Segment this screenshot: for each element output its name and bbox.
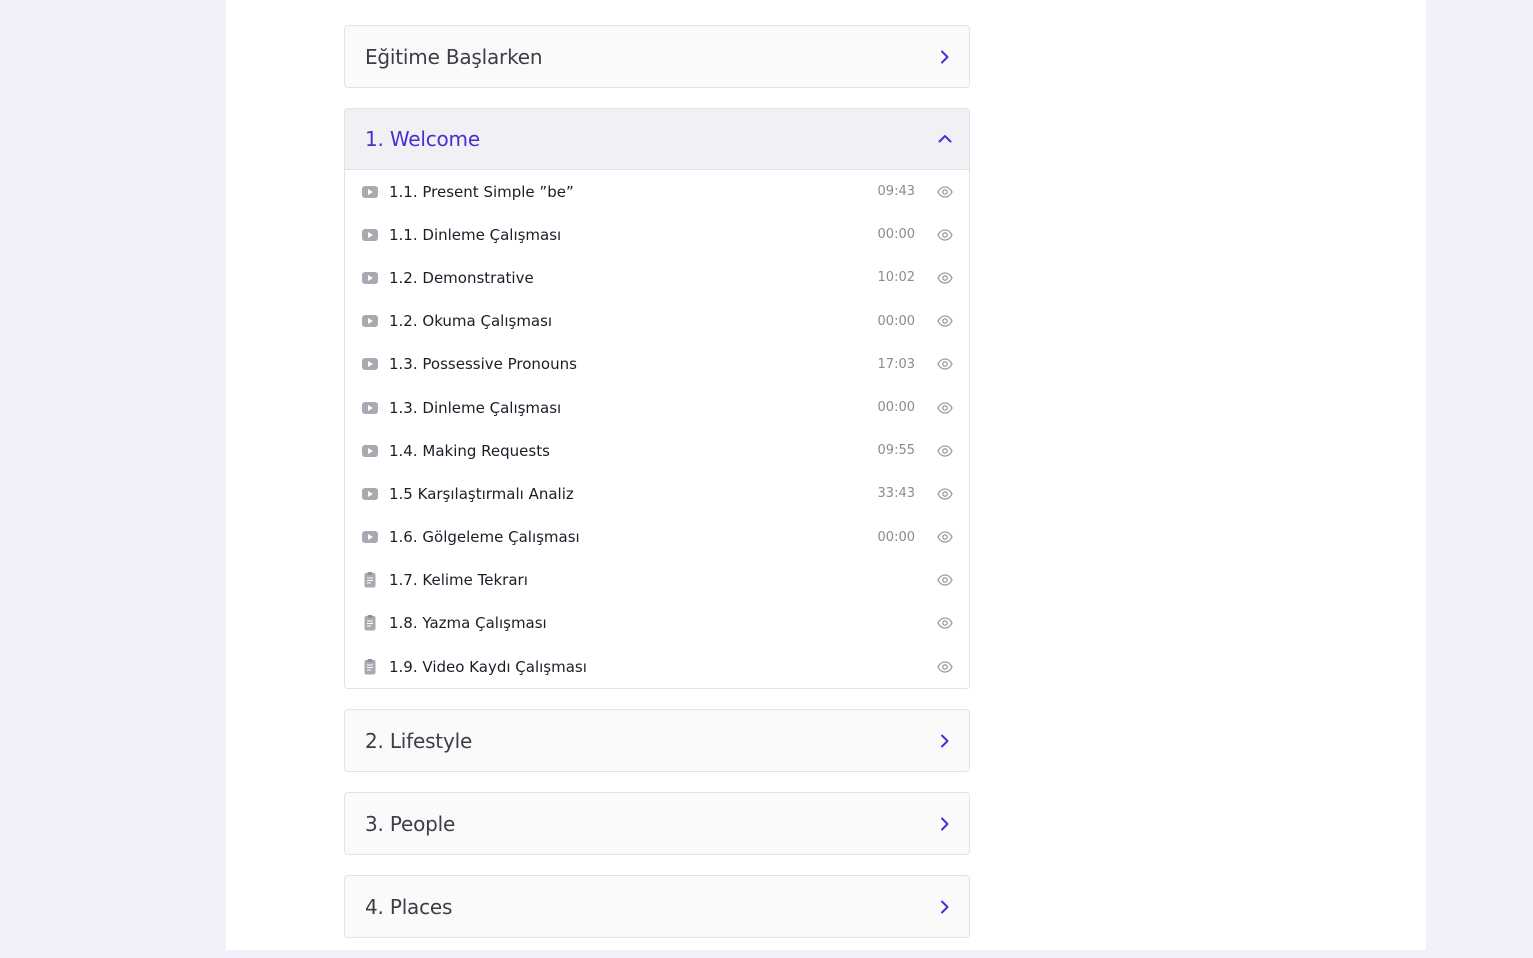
lesson-duration: 00:00 [877,313,915,329]
lesson-item[interactable]: 1.8. Yazma Çalışması [345,602,969,645]
eye-icon[interactable] [935,354,955,374]
lesson-item[interactable]: 1.1. Dinleme Çalışması 00:00 [345,213,969,256]
section-egitime-baslarken: Eğitime Başlarken [344,25,970,88]
section-people: 3. People [344,792,970,856]
lesson-item[interactable]: 1.2. Demonstrative 10:02 [345,256,969,299]
eye-icon[interactable] [935,657,955,677]
eye-icon[interactable] [935,268,955,288]
lesson-list: 1.1. Present Simple ”be” 09:43 1.1. Dinl… [345,170,969,689]
lesson-item[interactable]: 1.1. Present Simple ”be” 09:43 [345,170,969,213]
lesson-title: 1.5 Karşılaştırmalı Analiz [389,484,574,503]
lesson-title: 1.1. Present Simple ”be” [389,182,574,201]
eye-icon[interactable] [935,613,955,633]
lesson-title: 1.3. Dinleme Çalışması [389,398,562,417]
curriculum-accordion: Eğitime Başlarken 1. Welcome 1.1. Presen… [344,25,970,958]
video-icon [361,442,379,460]
section-places: 4. Places [344,875,970,939]
section-title: 2. Lifestyle [365,728,473,753]
lesson-duration: 00:00 [877,529,915,545]
video-icon [361,485,379,503]
lesson-title: 1.4. Making Requests [389,441,550,460]
lesson-title: 1.3. Possessive Pronouns [389,355,577,374]
lesson-duration: 33:43 [877,486,915,502]
chevron-right-icon [935,814,955,834]
chevron-right-icon [935,897,955,917]
video-icon [361,355,379,373]
lesson-title: 1.7. Kelime Tekrarı [389,571,528,590]
chevron-up-icon [935,129,955,149]
lesson-title: 1.2. Demonstrative [389,268,534,287]
section-title: 4. Places [365,894,453,919]
lesson-title: 1.2. Okuma Çalışması [389,312,553,331]
chevron-right-icon [935,731,955,751]
video-icon [361,528,379,546]
video-icon [361,226,379,244]
lesson-item[interactable]: 1.2. Okuma Çalışması 00:00 [345,300,969,343]
section-header-egitime-baslarken[interactable]: Eğitime Başlarken [345,26,969,87]
lesson-item[interactable]: 1.7. Kelime Tekrarı [345,559,969,602]
section-lifestyle: 2. Lifestyle [344,709,970,773]
eye-icon[interactable] [935,484,955,504]
eye-icon[interactable] [935,182,955,202]
eye-icon[interactable] [935,527,955,547]
lesson-duration: 09:55 [877,443,915,459]
video-icon [361,269,379,287]
eye-icon[interactable] [935,570,955,590]
lesson-item[interactable]: 1.3. Possessive Pronouns 17:03 [345,343,969,386]
page-content: Eğitime Başlarken 1. Welcome 1.1. Presen… [226,0,1426,950]
lesson-item[interactable]: 1.9. Video Kaydı Çalışması [345,645,969,688]
section-title: Eğitime Başlarken [365,44,543,69]
document-icon [361,571,379,589]
lesson-title: 1.1. Dinleme Çalışması [389,225,562,244]
lesson-title: 1.8. Yazma Çalışması [389,614,547,633]
section-title: 3. People [365,811,456,836]
lesson-title: 1.6. Gölgeleme Çalışması [389,528,580,547]
section-title: 1. Welcome [365,127,480,151]
eye-icon[interactable] [935,311,955,331]
lesson-item[interactable]: 1.3. Dinleme Çalışması 00:00 [345,386,969,429]
document-icon [361,614,379,632]
eye-icon[interactable] [935,225,955,245]
video-icon [361,312,379,330]
document-icon [361,658,379,676]
video-icon [361,183,379,201]
section-header-lifestyle[interactable]: 2. Lifestyle [345,710,969,771]
lesson-item[interactable]: 1.6. Gölgeleme Çalışması 00:00 [345,516,969,559]
eye-icon[interactable] [935,441,955,461]
lesson-item[interactable]: 1.5 Karşılaştırmalı Analiz 33:43 [345,472,969,515]
section-welcome: 1. Welcome 1.1. Present Simple ”be” 09:4… [344,108,970,690]
eye-icon[interactable] [935,398,955,418]
chevron-right-icon [935,47,955,67]
lesson-duration: 10:02 [877,270,915,286]
lesson-duration: 00:00 [877,400,915,416]
section-header-welcome[interactable]: 1. Welcome [345,109,969,170]
section-header-places[interactable]: 4. Places [345,876,969,937]
lesson-title: 1.9. Video Kaydı Çalışması [389,657,587,676]
lesson-duration: 00:00 [877,227,915,243]
video-icon [361,399,379,417]
lesson-duration: 09:43 [877,184,915,200]
lesson-item[interactable]: 1.4. Making Requests 09:55 [345,429,969,472]
lesson-duration: 17:03 [877,356,915,372]
section-header-people[interactable]: 3. People [345,793,969,854]
